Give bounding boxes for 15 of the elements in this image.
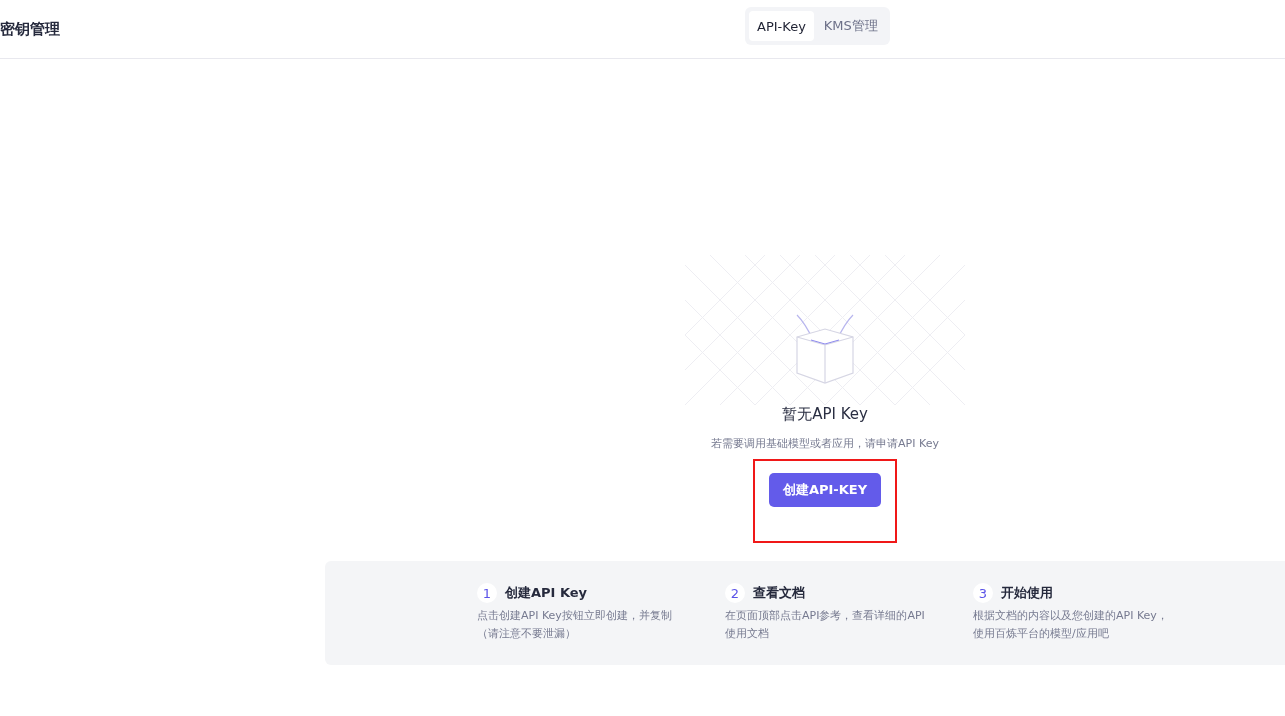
page-title: 密钥管理 (0, 19, 60, 39)
empty-description: 若需要调用基础模型或者应用，请申请API Key (711, 436, 939, 451)
step-description: 点击创建API Key按钮立即创建，并复制（请注意不要泄漏） (477, 608, 673, 642)
step-number: 1 (477, 583, 497, 603)
step-title: 查看文档 (753, 584, 805, 602)
step-description: 在页面顶部点击API参考，查看详细的API使用文档 (725, 608, 925, 642)
step-number: 3 (973, 583, 993, 603)
step-title: 创建API Key (505, 584, 588, 602)
create-api-key-button[interactable]: 创建API-KEY (768, 473, 882, 507)
step-description: 根据文档的内容以及您创建的API Key，使用百炼平台的模型/应用吧 (973, 608, 1169, 642)
empty-title: 暂无API Key (782, 405, 868, 424)
tab[interactable]: API-Key (749, 11, 814, 41)
tab[interactable]: KMS管理 (815, 11, 886, 41)
step-number: 2 (725, 583, 745, 603)
step-title: 开始使用 (1001, 584, 1053, 602)
